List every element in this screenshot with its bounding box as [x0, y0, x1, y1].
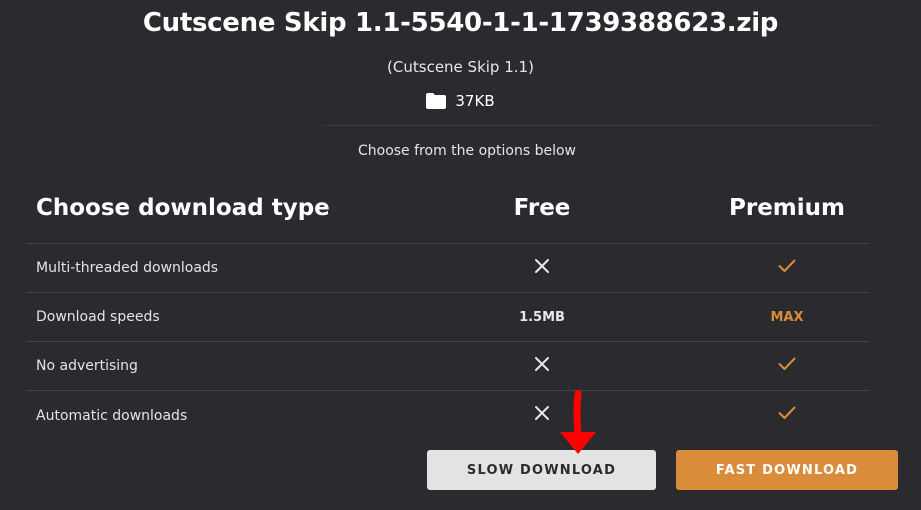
row-label-multithreaded: Multi-threaded downloads — [36, 260, 219, 276]
options-prompt: Choose from the options below — [357, 143, 576, 159]
row-divider — [26, 341, 869, 342]
free-speed-value: 1.5MB — [519, 310, 565, 325]
cross-icon — [535, 259, 549, 273]
cross-icon — [535, 357, 549, 371]
header-download-type: Choose download type — [36, 195, 330, 221]
premium-speed-value: MAX — [770, 310, 804, 325]
check-icon — [778, 406, 796, 419]
slow-download-button[interactable]: SLOW DOWNLOAD — [427, 450, 656, 490]
fast-download-button[interactable]: FAST DOWNLOAD — [676, 450, 898, 490]
folder-icon — [426, 93, 447, 109]
premium-cell-multithreaded — [757, 259, 817, 277]
row-divider — [26, 292, 869, 293]
check-icon — [778, 259, 796, 272]
free-cell-multithreaded — [512, 258, 572, 278]
row-divider — [26, 243, 869, 244]
header-free: Free — [513, 195, 571, 221]
cross-icon — [535, 406, 549, 420]
row-label-no-advertising: No advertising — [36, 358, 138, 374]
check-icon — [778, 357, 796, 370]
file-size: 37KB — [455, 92, 495, 110]
row-label-automatic-downloads: Automatic downloads — [36, 408, 188, 424]
free-cell-no-advertising — [512, 356, 572, 376]
mod-label: (Cutscene Skip 1.1) — [387, 58, 534, 76]
file-size-row: 37KB — [0, 92, 921, 110]
row-divider — [26, 390, 869, 391]
premium-cell-automatic-downloads — [757, 406, 817, 424]
file-title: Cutscene Skip 1.1-5540-1-1-1739388623.zi… — [142, 8, 779, 38]
divider — [323, 125, 877, 126]
premium-cell-no-advertising — [757, 357, 817, 375]
header-premium: Premium — [729, 195, 845, 221]
red-arrow-annotation — [560, 390, 596, 454]
row-label-download-speeds: Download speeds — [36, 309, 160, 325]
